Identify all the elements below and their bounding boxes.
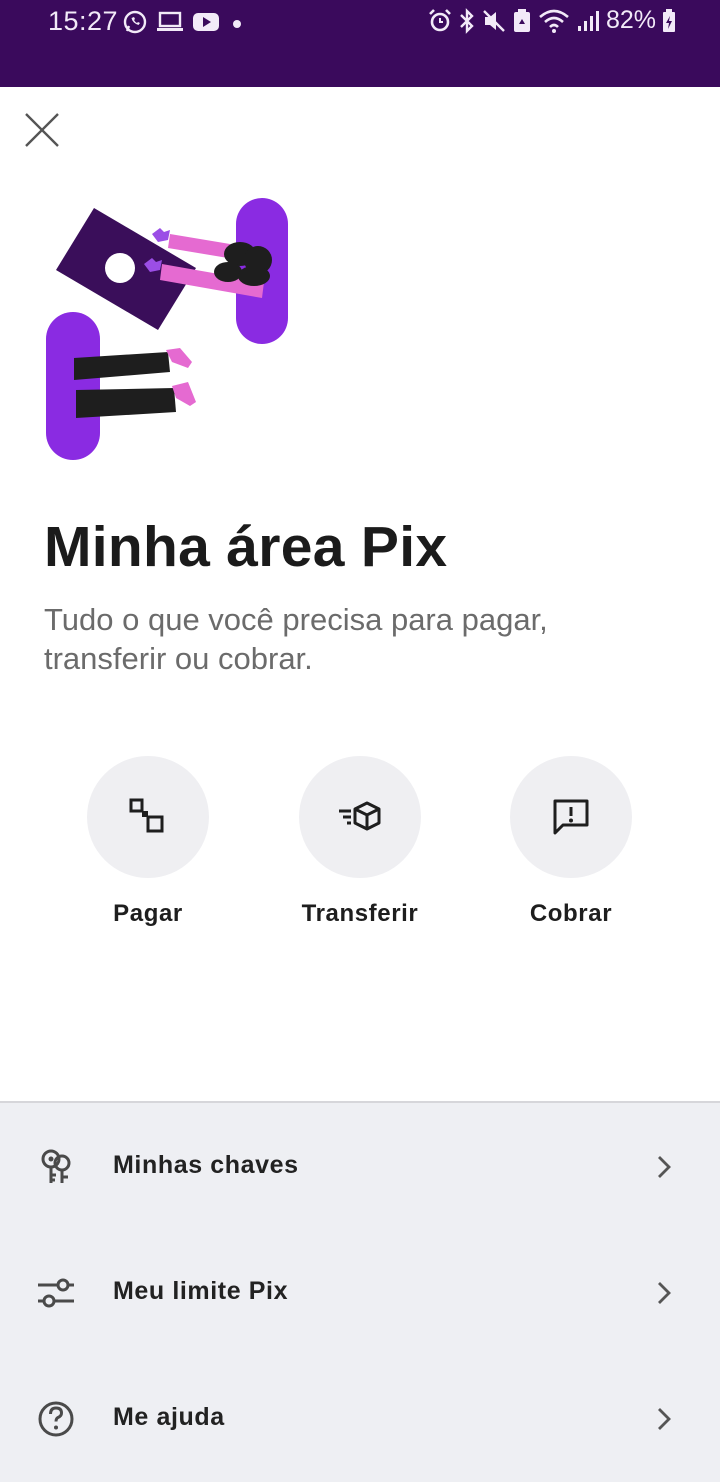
dot-icon — [233, 20, 241, 28]
menu-item-me-ajuda[interactable]: Me ajuda — [0, 1369, 720, 1469]
status-left-icons — [122, 8, 246, 36]
send-cube-icon — [339, 801, 381, 831]
transferir-label: Transferir — [301, 900, 419, 927]
pagar-label: Pagar — [113, 900, 183, 927]
transferir-button[interactable]: Transferir — [280, 756, 440, 928]
whatsapp-icon — [123, 10, 147, 34]
status-bar: 15:27 82% — [0, 0, 720, 87]
chevron-right-icon — [658, 1408, 671, 1430]
pagar-circle — [87, 756, 209, 878]
signal-icon — [577, 10, 599, 31]
mute-icon — [483, 9, 505, 32]
close-icon — [25, 113, 59, 147]
recycle-icon — [513, 8, 530, 32]
keys-icon — [41, 1149, 71, 1183]
wifi-icon — [539, 9, 569, 33]
cobrar-circle — [510, 756, 632, 878]
transferir-circle — [299, 756, 421, 878]
status-right-icons: 82% — [428, 6, 676, 35]
sliders-icon — [38, 1278, 74, 1308]
pix-illustration — [46, 198, 288, 460]
alarm-icon — [429, 8, 451, 31]
battery-icon — [663, 8, 675, 32]
options-panel: Minhas chaves Meu limite Pix Me ajuda — [0, 1101, 720, 1482]
menu-label-meu-limite-pix: Meu limite Pix — [113, 1277, 289, 1305]
menu-label-me-ajuda: Me ajuda — [113, 1403, 225, 1431]
menu-item-meu-limite-pix[interactable]: Meu limite Pix — [0, 1243, 720, 1343]
chevron-right-icon — [658, 1282, 671, 1304]
battery-percent: 82% — [605, 6, 656, 34]
bluetooth-icon — [460, 7, 474, 34]
message-alert-icon — [553, 799, 589, 835]
youtube-icon — [193, 13, 219, 31]
laptop-icon — [157, 11, 183, 31]
status-time: 15:27 — [48, 6, 119, 36]
qr-scan-icon — [129, 798, 164, 833]
page-subtitle: Tudo o que você precisa para pagar, tran… — [44, 602, 548, 676]
chevron-right-icon — [658, 1156, 671, 1178]
menu-label-minhas-chaves: Minhas chaves — [113, 1151, 299, 1179]
page-title: Minha área Pix — [44, 515, 448, 579]
cobrar-button[interactable]: Cobrar — [491, 756, 651, 928]
menu-item-minhas-chaves[interactable]: Minhas chaves — [0, 1117, 720, 1217]
cobrar-label: Cobrar — [529, 900, 613, 927]
pagar-button[interactable]: Pagar — [68, 756, 228, 928]
close-button[interactable] — [22, 110, 62, 150]
help-icon — [38, 1401, 74, 1437]
